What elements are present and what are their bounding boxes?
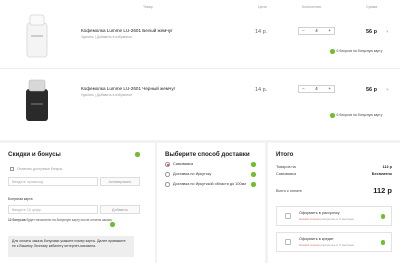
credit-terms: рассрочка от 6 месяцев [320,243,354,247]
cart-row: Кофемолка Lumme LU-2601 Черный жемчуг Уд… [0,68,400,128]
product-name[interactable]: Кофемолка Lumme LU-2601 Черный жемчуг [81,86,175,91]
installment-low-payment: Низкий платеж [299,217,320,221]
installment-title: Оформить в рассрочку [299,211,340,215]
discounts-panel: Скидки и бонусы Оплатить доступные бонус… [0,143,155,263]
product-price: 14 р. [255,87,268,93]
delivery-radio-pickup[interactable] [165,162,170,167]
help-icon[interactable] [380,214,385,219]
delivery-panel: Выберите способ доставки Самовывоз Доста… [157,143,265,263]
product-price: 14 р. [255,29,268,35]
remove-item-icon[interactable]: × [386,29,389,34]
product-name[interactable]: Кофемолка Lumme LU-2601 Белый жемчуг [81,28,173,33]
credit-title: Оформить в кредит [299,237,334,241]
product-bonus: 6 бонусов на бонусную карту [330,113,382,118]
product-sum: 56 р [366,87,378,93]
cart-row: Кофемолка Lumme LU-2601 Белый жемчуг Уда… [0,8,400,68]
goods-value: 112 р [382,165,393,169]
discounts-title: Скидки и бонусы [8,151,61,158]
installment-icon [285,213,291,219]
help-icon[interactable] [251,162,256,167]
credit-option[interactable]: Оформить в кредит Низкий платеж рассрочк… [276,232,392,252]
qty-value[interactable]: 4 [315,28,317,33]
bonus-text: 6 бонусов на бонусную карту [336,113,383,118]
credit-subtitle: Низкий платеж рассрочка от 6 месяцев [299,243,354,247]
installment-subtitle: Низкий платеж рассрочка от 6 месяцев [299,217,354,221]
qty-minus-button[interactable]: − [302,28,305,33]
bonus-accrual-amount: 12 бонусов [8,218,26,222]
pickup-label: Самовывоз [276,172,297,176]
delivery-title: Выберите способ доставки [165,151,250,158]
product-sum: 56 р [366,29,378,35]
credit-icon [285,239,291,245]
product-image-white-grinder[interactable] [22,13,52,61]
bonus-icon [330,113,335,118]
product-actions[interactable]: Удалить | Добавить в избранное [81,93,132,97]
total-value: 112 р [373,186,392,195]
delivery-radio-region[interactable] [165,182,170,187]
bonus-card-note: Для оплаты заказа бонусами укажите номер… [8,236,134,257]
help-icon[interactable] [251,172,256,177]
help-icon[interactable] [110,222,115,227]
total-label: Всего к оплате [276,189,302,193]
promo-code-input[interactable]: Введите промокод [8,177,98,186]
delivery-option-region[interactable]: Доставка по Иркутской области до 100км [173,182,249,187]
product-bonus: 6 бонусов на бонусную карту [330,49,382,54]
pickup-value: Бесплатно [371,172,392,176]
cart-table: Товар Цена Количество Сумма Кофемолка Lu… [0,0,400,140]
delivery-option-irkutsk[interactable]: Доставка по Иркутску [173,172,211,177]
help-icon[interactable] [380,240,385,245]
help-icon[interactable] [135,152,140,157]
activate-promo-button[interactable]: Активировать [100,177,140,186]
product-image-black-grinder[interactable] [22,77,52,125]
use-bonuses-label: Оплатить доступные бонусы [17,167,63,171]
bonus-text: 6 бонусов на бонусную карту [336,49,383,54]
qty-plus-button[interactable]: + [328,28,331,33]
bonus-card-label: Бонусная карта [8,197,33,201]
help-icon[interactable] [251,182,256,187]
qty-minus-button[interactable]: − [302,86,305,91]
summary-title: Итого [276,151,294,158]
qty-value[interactable]: 4 [315,86,317,91]
add-card-button[interactable]: Добавить [100,205,140,214]
qty-plus-button[interactable]: + [328,86,331,91]
summary-panel: Итого Товаров на 112 р Самовывоз Бесплат… [268,143,400,263]
bonus-card-input[interactable]: Введите 15 цифр [8,205,98,214]
credit-low-payment: Низкий платеж [299,243,320,247]
quantity-stepper[interactable]: − 4 + [298,27,335,35]
installment-option[interactable]: Оформить в рассрочку Низкий платеж расср… [276,206,392,226]
quantity-stepper[interactable]: − 4 + [298,85,335,93]
remove-item-icon[interactable]: × [386,87,389,92]
goods-label: Товаров на [276,165,296,169]
bonus-icon [330,49,335,54]
use-bonuses-checkbox[interactable] [10,167,14,171]
delivery-option-pickup[interactable]: Самовывоз [173,162,193,167]
installment-terms: рассрочка от 6 месяцев [320,217,354,221]
delivery-radio-irkutsk[interactable] [165,172,170,177]
bonus-accrual-text: будет начислено на бонусную карту после … [26,218,112,222]
bonus-accrual-info: 12 бонусов будет начислено на бонусную к… [8,218,136,222]
product-actions[interactable]: Удалить | Добавить в избранное [81,35,132,39]
